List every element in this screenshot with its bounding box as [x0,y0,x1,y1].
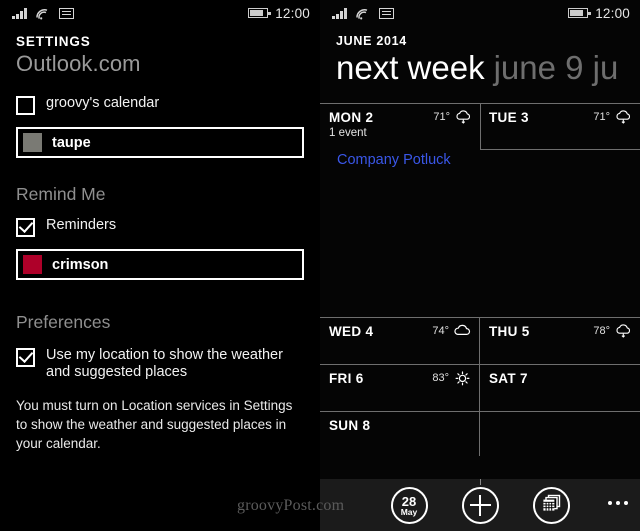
day-header: TUE 3 71° [489,110,632,125]
day-cell-empty[interactable] [480,412,640,456]
status-clock: 12:00 [595,5,630,21]
settings-header: SETTINGS Outlook.com [0,26,320,77]
day-label: THU 5 [489,324,530,339]
calendar-panel: 12:00 JUNE 2014 next week june 9 ju MON 2… [320,0,640,531]
settings-panel: 12:00 SETTINGS Outlook.com groovy's cale… [0,0,320,531]
sim-card-icon [378,8,394,19]
signal-bars-icon [332,8,347,19]
event-count: 1 event [329,127,367,139]
sim-card-icon [58,8,74,19]
reminders-row[interactable]: Reminders [0,217,320,237]
today-date-icon: 28 May [401,493,418,517]
status-clock: 12:00 [275,5,310,21]
today-month: May [400,507,418,517]
day-label: SUN 8 [329,418,371,433]
change-view-button[interactable] [532,486,570,524]
status-indicators [12,7,74,20]
day-label: WED 4 [329,324,374,339]
calendar-visibility-row[interactable]: groovy's calendar [0,95,320,115]
weather-group: 78° [593,324,632,338]
day-cell-tue-3[interactable]: TUE 3 71° [480,104,640,317]
status-right-left: 12:00 [248,6,310,21]
status-bar-left: 12:00 [0,0,320,26]
day-label: SAT 7 [489,371,528,386]
today-button[interactable]: 28 May [390,486,428,524]
wifi-icon [355,7,370,20]
reminder-color-name: crimson [52,256,109,273]
appbar-grid-tick [480,479,481,485]
calendar-row: SUN 8 [320,411,640,456]
calendar-color-name: taupe [52,134,91,151]
temperature: 74° [432,325,449,337]
day-cell-mon-2[interactable]: MON 2 71° 1 event Company Potluck [320,104,480,317]
status-indicators-right [332,7,394,20]
cloud-rain-icon [615,324,632,338]
day-cell-fri-6[interactable]: FRI 6 83° [320,365,480,411]
cloud-rain-icon [455,110,472,124]
preferences-heading: Preferences [16,312,111,332]
pivot-next-week[interactable]: next week [336,49,485,86]
page-title: SETTINGS [16,34,91,49]
day-header: FRI 6 83° [329,371,471,386]
day-header: THU 5 78° [489,324,632,339]
remind-me-heading: Remind Me [16,184,106,204]
day-header: WED 4 74° [329,324,471,339]
app-bar: 28 May [320,479,640,531]
month-label: JUNE 2014 [336,34,407,48]
day-cell-thu-5[interactable]: THU 5 78° [480,318,640,364]
temperature: 71° [593,111,610,123]
day-header: MON 2 71° [329,110,472,125]
pivot-june-9[interactable]: june 9 ju [494,49,619,86]
temperature: 71° [433,111,450,123]
sun-icon [454,371,471,386]
weather-group: 83° [432,371,471,386]
plus-icon [478,494,482,516]
weather-group: 71° [433,110,472,124]
cloud-icon [454,324,471,338]
reminder-color-field[interactable]: crimson [16,249,304,280]
use-location-checkbox[interactable] [16,348,35,367]
day-cell-wed-4[interactable]: WED 4 74° [320,318,480,364]
day-cell-sat-7[interactable]: SAT 7 [480,365,640,411]
event-item[interactable]: Company Potluck [329,152,472,168]
day-label: MON 2 [329,110,374,125]
wifi-icon [35,7,50,20]
temperature: 78° [593,325,610,337]
day-header: SAT 7 [489,371,632,386]
calendar-color-field[interactable]: taupe [16,127,304,158]
reminders-checkbox[interactable] [16,218,35,237]
week-grid: MON 2 71° 1 event Company Potluck TUE 3 … [320,103,640,456]
more-ellipsis-icon[interactable] [608,501,628,505]
groovys-calendar-checkbox[interactable] [16,96,35,115]
calendar-view-icon [541,493,562,518]
reminders-label: Reminders [46,217,117,233]
battery-icon [568,8,591,18]
use-location-label: Use my location to show the weather and … [46,347,283,380]
status-right-right: 12:00 [568,6,630,21]
add-event-button[interactable] [461,486,499,524]
account-name: Outlook.com [16,51,141,76]
signal-bars-icon [12,8,27,19]
groovys-calendar-label: groovy's calendar [46,95,160,111]
cloud-rain-icon [615,110,632,124]
day-cell-sun-8[interactable]: SUN 8 [320,412,480,456]
calendar-row: MON 2 71° 1 event Company Potluck TUE 3 … [320,103,640,317]
crimson-color-swatch [23,255,42,274]
location-preference-row[interactable]: Use my location to show the weather and … [0,347,320,381]
battery-icon [248,8,271,18]
weather-group: 71° [593,110,632,124]
status-bar-right: 12:00 [320,0,640,26]
calendar-row: WED 4 74° THU 5 78° [320,317,640,364]
day-header: SUN 8 [329,418,471,433]
temperature: 83° [432,372,449,384]
taupe-color-swatch [23,133,42,152]
calendar-row: FRI 6 83° SAT 7 [320,364,640,411]
day-label: FRI 6 [329,371,364,386]
pivot-header: next week june 9 ju [320,46,640,90]
location-hint-text: You must turn on Location services in Se… [16,398,293,451]
screenshot-root: 12:00 SETTINGS Outlook.com groovy's cale… [0,0,640,531]
weather-group: 74° [432,324,471,338]
day-label: TUE 3 [489,110,529,125]
